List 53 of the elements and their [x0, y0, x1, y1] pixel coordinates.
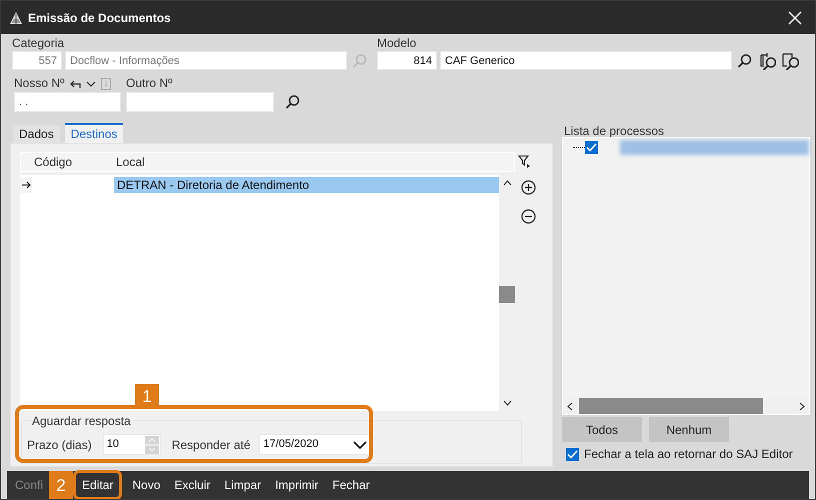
button[interactable]: Nenhum — [649, 417, 729, 442]
step-badge: 2 — [49, 470, 74, 499]
remove-icon[interactable] — [521, 209, 536, 224]
section-title: Lista de processos — [564, 124, 666, 139]
tab[interactable]: Destinos — [64, 123, 124, 143]
field-label: Responder até — [172, 438, 250, 452]
arrow-right-icon — [22, 180, 30, 188]
group-title: Aguardar resposta — [30, 414, 133, 428]
field-label: Categoria — [12, 36, 66, 51]
button[interactable]: Todos — [562, 417, 642, 442]
toolbar-button[interactable]: Limpar — [220, 475, 266, 495]
scroll-down-icon[interactable] — [502, 400, 512, 406]
checkbox-label[interactable]: Fechar a tela ao retornar do SAJ Editor — [584, 447, 793, 461]
app-logo-icon — [9, 10, 23, 24]
checkmark-icon — [586, 142, 597, 152]
column-header[interactable]: Código — [21, 155, 116, 169]
add-icon[interactable] — [521, 180, 536, 195]
column-header[interactable]: Local — [116, 155, 145, 169]
page-search-icon[interactable] — [758, 52, 776, 70]
close-icon[interactable] — [788, 10, 802, 24]
scroll-thumb[interactable] — [499, 286, 515, 303]
search-icon[interactable] — [737, 52, 753, 68]
field-label: Prazo (dias) — [27, 438, 92, 452]
number-spinner[interactable]: 10 — [102, 434, 161, 455]
tab[interactable]: Dados — [13, 125, 60, 143]
checkbox[interactable] — [566, 448, 579, 460]
search-icon — [352, 52, 368, 68]
checkmark-icon — [567, 450, 578, 458]
undo-arrow-icon[interactable] — [69, 78, 82, 88]
scroll-up-icon[interactable] — [502, 180, 512, 186]
toolbar-button[interactable]: Editar — [78, 475, 118, 495]
number-field[interactable]: . . — [14, 92, 121, 112]
code-field[interactable]: 814 — [377, 51, 437, 70]
table-cell[interactable]: DETRAN - Diretoria de Atendimento — [114, 176, 499, 192]
search-icon[interactable] — [285, 94, 301, 110]
filter-icon[interactable] — [518, 155, 530, 168]
field-label: Outro Nº — [126, 76, 174, 91]
number-field[interactable] — [126, 92, 274, 112]
toolbar-button[interactable]: Excluir — [170, 475, 214, 495]
checkbox[interactable] — [585, 140, 598, 154]
field-label: Nosso Nº — [14, 76, 64, 91]
toolbar-button[interactable]: Novo — [128, 475, 164, 495]
scroll-right-icon[interactable] — [799, 402, 805, 410]
chevron-down-icon[interactable] — [353, 440, 368, 448]
field-label: Modelo — [377, 36, 418, 51]
scroll-thumb[interactable] — [579, 398, 764, 414]
toolbar-button[interactable]: Imprimir — [271, 475, 322, 495]
scroll-left-icon[interactable] — [567, 402, 573, 410]
chevron-down-icon[interactable] — [86, 80, 96, 86]
document-search-icon[interactable] — [781, 52, 799, 70]
window-title: Emissão de Documentos — [28, 10, 171, 24]
name-field[interactable]: CAF Generico — [440, 51, 732, 70]
toolbar-button[interactable]: Fechar — [328, 475, 374, 495]
